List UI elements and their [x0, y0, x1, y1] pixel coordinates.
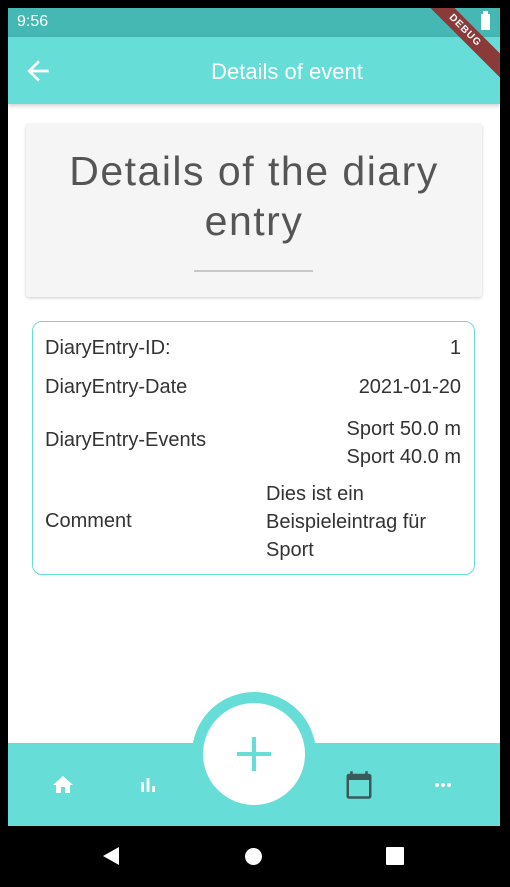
comment-line: Sport [266, 539, 314, 561]
add-entry-button[interactable] [203, 703, 305, 805]
battery-icon [481, 11, 490, 30]
app-screen: 9:56 DEBUG Details of event Details of t… [8, 8, 500, 826]
back-triangle-icon[interactable] [101, 845, 121, 867]
id-label: DiaryEntry-ID: [45, 337, 171, 359]
comment-value: Dies ist ein Beispieleintrag für Sport [266, 480, 426, 564]
app-bar: Details of event [8, 37, 500, 104]
system-navigation-bar [0, 826, 510, 887]
comment-label: Comment [45, 510, 132, 532]
date-label: DiaryEntry-Date [45, 376, 188, 398]
events-label: DiaryEntry-Events [45, 429, 207, 451]
nav-statistics[interactable] [136, 773, 160, 802]
event-item: Sport 50.0 m [346, 418, 461, 440]
home-icon [53, 776, 73, 793]
comment-line: Beispieleintrag für [266, 511, 427, 533]
home-circle-icon[interactable] [244, 847, 263, 866]
nav-home[interactable] [51, 773, 75, 802]
app-bar-title: Details of event [211, 59, 363, 84]
nav-calendar[interactable] [344, 770, 374, 805]
recents-square-icon[interactable] [386, 847, 404, 865]
header-divider [194, 270, 313, 272]
event-item: Sport 40.0 m [346, 446, 461, 468]
header-card: Details of the diary entry [26, 124, 482, 297]
status-bar: 9:56 [8, 8, 500, 37]
date-value: 2021-01-20 [358, 376, 461, 398]
more-horiz-icon [435, 783, 451, 787]
id-value: 1 [449, 337, 461, 359]
status-time: 9:56 [17, 13, 49, 30]
nav-more[interactable] [431, 773, 455, 802]
bar-chart-icon [141, 778, 155, 792]
details-card: DiaryEntry-ID: 1 DiaryEntry-Date 2021-01… [32, 321, 475, 575]
events-value: Sport 50.0 m Sport 40.0 m [346, 415, 461, 471]
page-title: Details of the diary entry [69, 148, 439, 244]
comment-line: Dies ist ein [266, 483, 364, 505]
calendar-icon [346, 771, 372, 799]
